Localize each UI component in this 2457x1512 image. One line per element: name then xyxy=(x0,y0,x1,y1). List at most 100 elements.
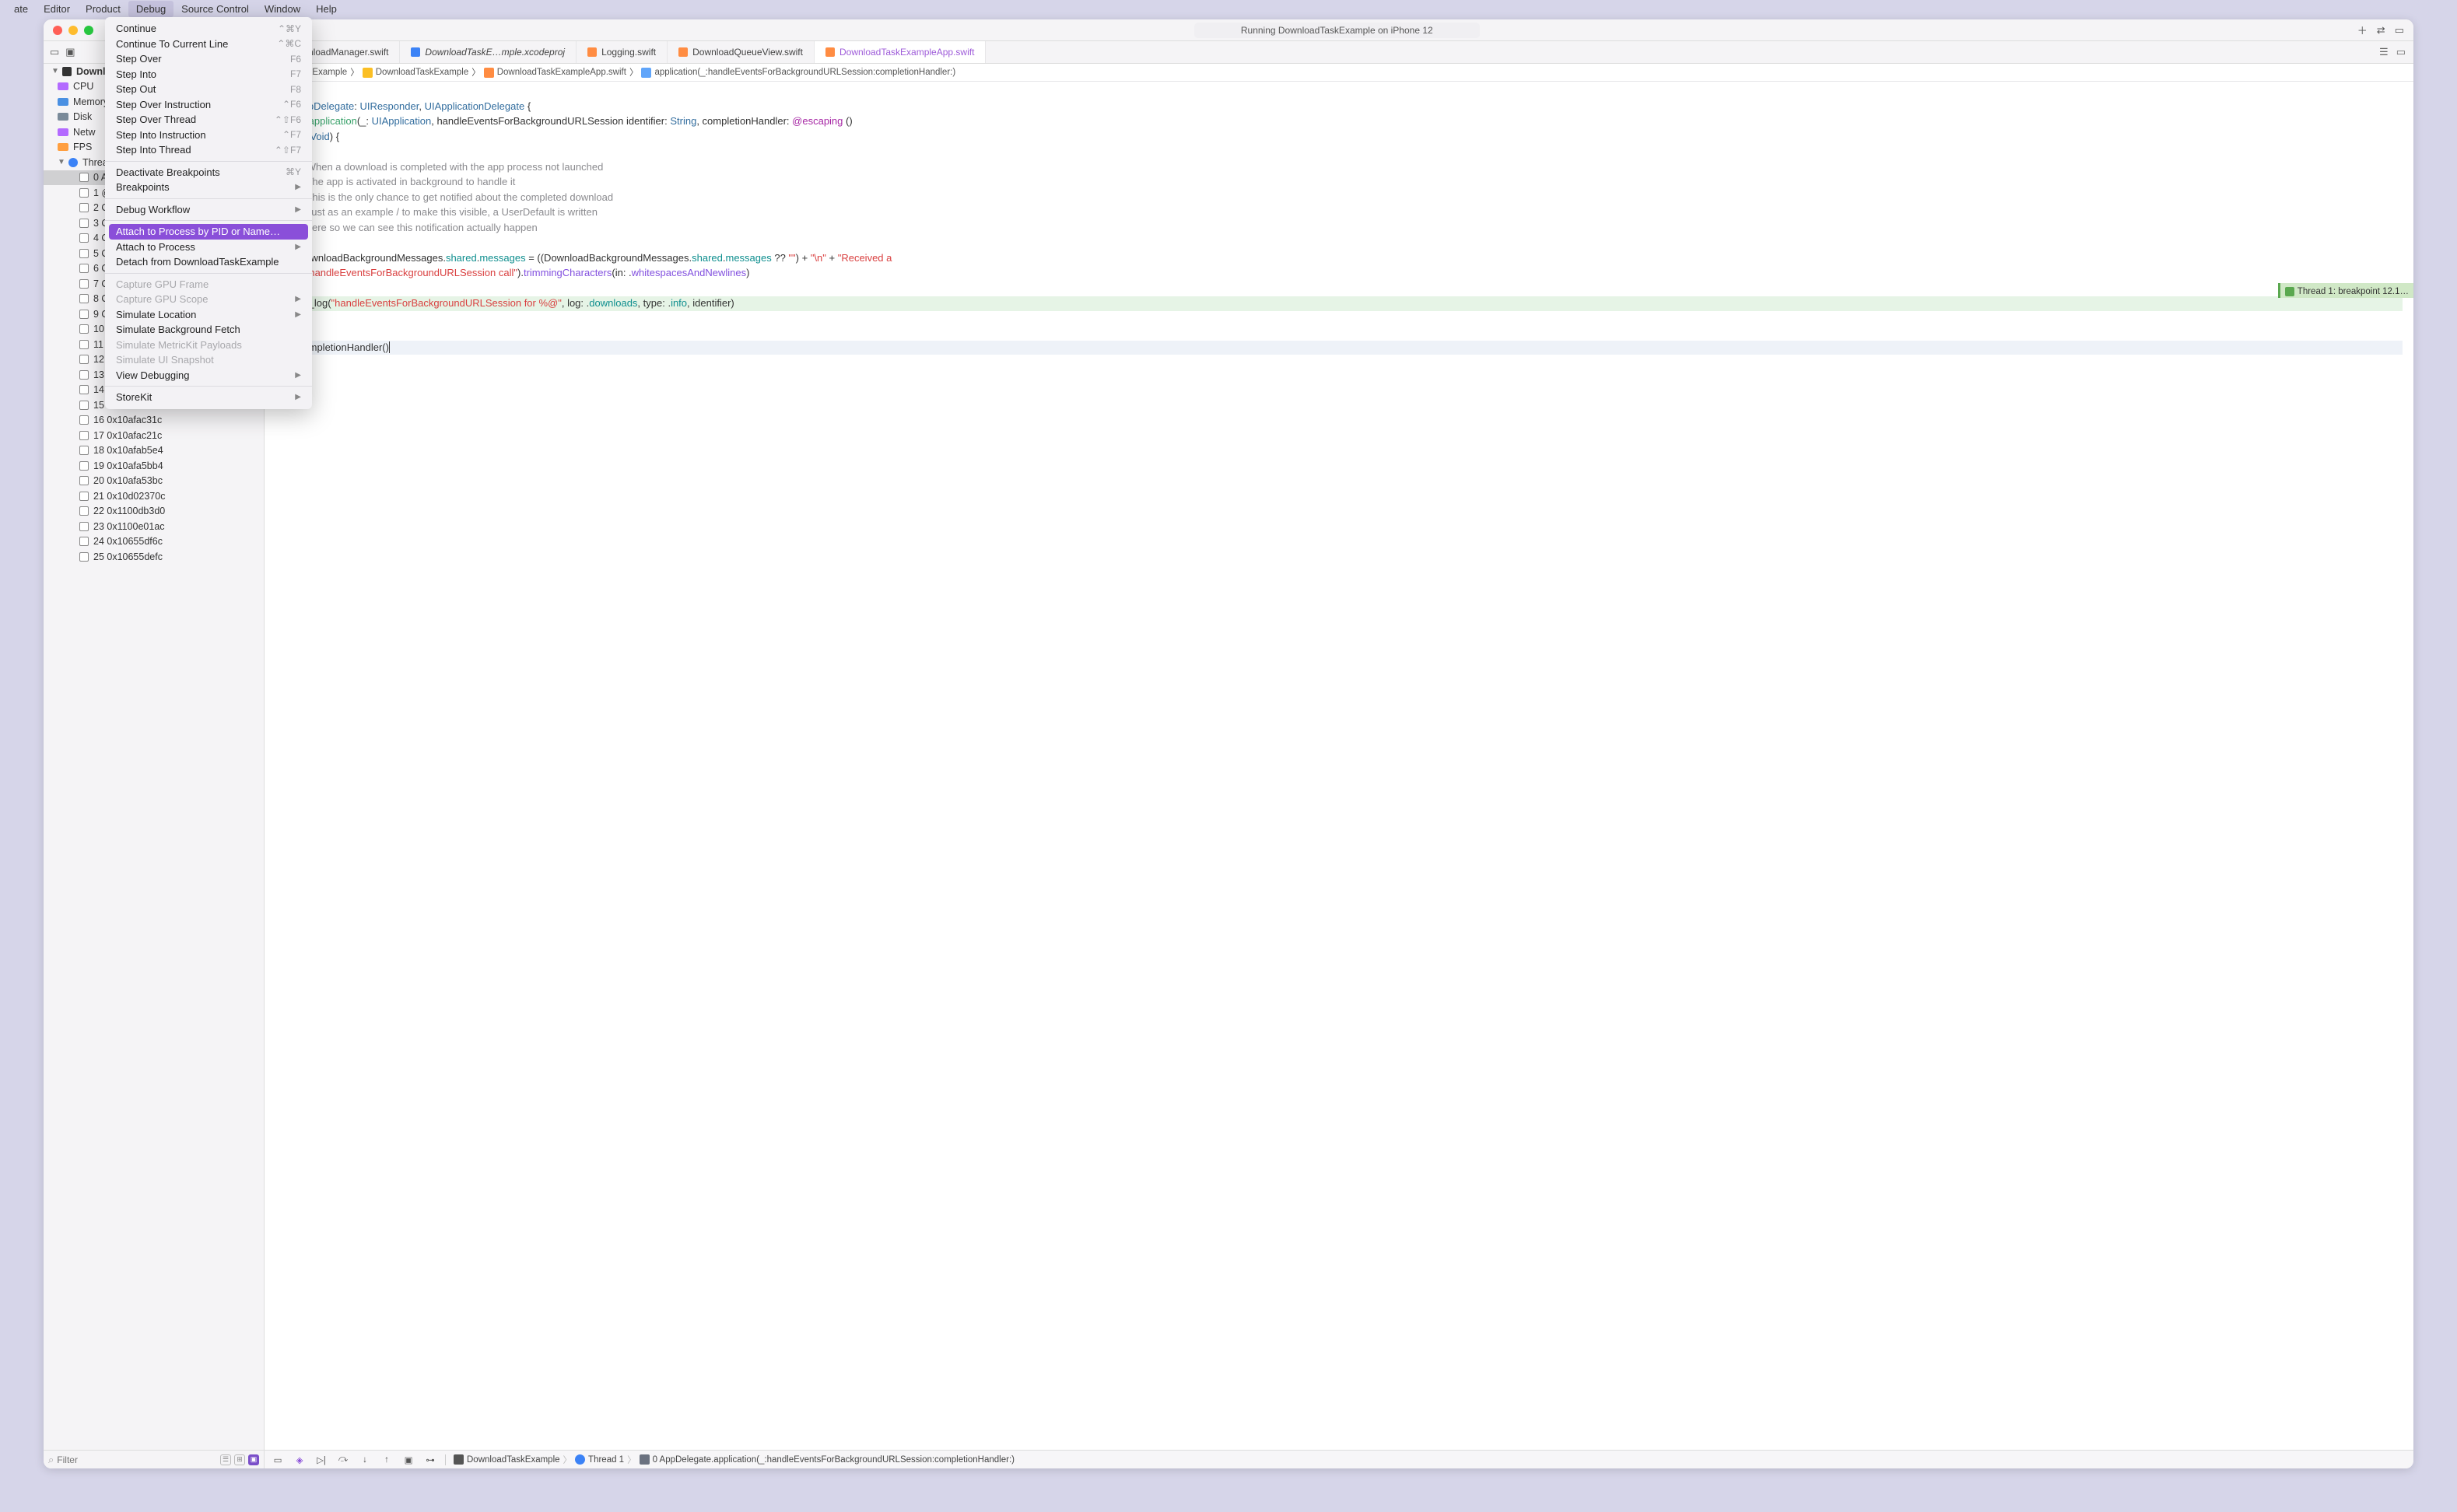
jump-segment[interactable]: DownloadTaskExampleApp.swift xyxy=(484,68,626,78)
stack-frame[interactable]: 20 0x10afa53bc xyxy=(44,474,264,489)
filter-input[interactable] xyxy=(57,1454,217,1465)
debug-bar: ▭ ◈ ▷| ⤼ ↓ ↑ ▣ ⊶ DownloadTaskExample 〉 T… xyxy=(265,1450,2413,1468)
editor-tab[interactable]: DownloadQueueView.swift xyxy=(668,41,815,63)
stack-frame[interactable]: 17 0x10afac21c xyxy=(44,428,264,443)
jump-bar[interactable]: adTaskExample〉DownloadTaskExample〉Downlo… xyxy=(265,64,2413,82)
debug-toggle-button[interactable]: ▭ xyxy=(271,1454,285,1466)
menu-item[interactable]: Deactivate Breakpoints⌘Y xyxy=(105,165,312,180)
filter-chip-2[interactable]: ⊞ xyxy=(234,1454,245,1465)
menu-item[interactable]: Step Into Instruction⌃F7 xyxy=(105,128,312,143)
stack-frame[interactable]: 25 0x10655defc xyxy=(44,549,264,565)
menu-window[interactable]: Window xyxy=(257,1,308,17)
library-button[interactable]: ＋ xyxy=(2357,23,2368,37)
menu-shortcut: F6 xyxy=(290,54,301,65)
activity-status: Running DownloadTaskExample on iPhone 12 xyxy=(317,23,2357,38)
continue-button[interactable]: ▷| xyxy=(314,1454,328,1466)
source-editor[interactable]: lass AppDelegate: UIResponder, UIApplica… xyxy=(265,82,2413,1450)
tab-label: DownloadTaskE…mple.xcodeproj xyxy=(425,47,565,58)
filter-chip-3[interactable]: ▣ xyxy=(248,1454,259,1465)
menu-item[interactable]: Simulate Location▶ xyxy=(105,307,312,323)
menu-separator xyxy=(105,198,312,199)
menu-debug[interactable]: Debug xyxy=(128,1,173,17)
debug-thread: Thread 1 xyxy=(588,1455,624,1465)
close-window-button[interactable] xyxy=(53,26,62,35)
sidebar-toggle-right[interactable]: ▭ xyxy=(2395,24,2404,37)
nav-icon[interactable]: ▣ xyxy=(65,46,75,58)
stack-frame[interactable]: 23 0x1100e01ac xyxy=(44,519,264,534)
menu-item-label: Breakpoints xyxy=(116,181,170,193)
stack-frame[interactable]: 22 0x1100db3d0 xyxy=(44,504,264,520)
menu-item[interactable]: View Debugging▶ xyxy=(105,368,312,383)
stack-frame[interactable]: 16 0x10afac31c xyxy=(44,413,264,429)
menu-item[interactable]: Attach to Process by PID or Name… xyxy=(109,224,308,240)
debug-target: DownloadTaskExample xyxy=(467,1455,560,1465)
memory-graph-button[interactable]: ⊶ xyxy=(423,1454,437,1466)
menu-item[interactable]: Continue To Current Line⌃⌘C xyxy=(105,37,312,52)
menu-item[interactable]: Continue ⌃⌘Y xyxy=(105,21,312,37)
navigator-filter: ⌕ ☰ ⊞ ▣ xyxy=(44,1450,264,1468)
menu-shortcut: F8 xyxy=(290,84,301,95)
stack-frame[interactable]: 18 0x10afab5e4 xyxy=(44,443,264,459)
debug-process-path[interactable]: DownloadTaskExample 〉 Thread 1 〉 0 AppDe… xyxy=(454,1454,1015,1466)
menu-item-label: Continue To Current Line xyxy=(116,38,228,50)
menu-product[interactable]: Product xyxy=(78,1,128,17)
xcode-window: ▭ adTaskExample 〉 iPhone 12 Running Down… xyxy=(44,19,2413,1468)
jump-segment[interactable]: DownloadTaskExample xyxy=(363,68,469,78)
tab-label: DownloadTaskExampleApp.swift xyxy=(839,47,974,58)
menu-item[interactable]: Step Over F6 xyxy=(105,51,312,67)
view-debug-button[interactable]: ▣ xyxy=(401,1454,415,1466)
jump-label: application(_:handleEventsForBackgroundU… xyxy=(654,68,955,77)
menu-shortcut: ⌃⌘Y xyxy=(278,23,301,34)
status-text: Running DownloadTaskExample on iPhone 12 xyxy=(1194,23,1480,38)
menu-item-label: StoreKit xyxy=(116,391,152,403)
menu-item-label: Step Over Instruction xyxy=(116,99,211,110)
stack-frame[interactable]: 24 0x10655df6c xyxy=(44,534,264,550)
menu-separator xyxy=(105,161,312,162)
menu-item[interactable]: Breakpoints▶ xyxy=(105,180,312,195)
menu-help[interactable]: Help xyxy=(308,1,345,17)
stack-frame[interactable]: 21 0x10d02370c xyxy=(44,488,264,504)
nav-icon[interactable]: ▭ xyxy=(50,46,59,58)
minimize-window-button[interactable] xyxy=(68,26,78,35)
menu-item[interactable]: Simulate Background Fetch xyxy=(105,322,312,338)
menu-item-label: Continue xyxy=(116,23,156,34)
jump-segment[interactable]: application(_:handleEventsForBackgroundU… xyxy=(641,68,955,78)
submenu-arrow-icon: ▶ xyxy=(295,205,301,214)
step-into-button[interactable]: ↓ xyxy=(358,1454,372,1466)
editor-options-icon[interactable]: ☰ xyxy=(2379,46,2389,58)
menu-item[interactable]: Step OutF8 xyxy=(105,82,312,97)
menu-item[interactable]: Detach from DownloadTaskExample xyxy=(105,254,312,270)
menu-item[interactable]: Step IntoF7 xyxy=(105,67,312,82)
adjust-editor-icon[interactable]: ▭ xyxy=(2396,46,2406,58)
menu-item[interactable]: Debug Workflow▶ xyxy=(105,202,312,218)
menu-item[interactable]: Step Over Instruction⌃F6 xyxy=(105,97,312,113)
editor-tab[interactable]: DownloadTaskExampleApp.swift xyxy=(815,41,986,63)
stack-frame[interactable]: 19 0x10afa5bb4 xyxy=(44,458,264,474)
menu-ate[interactable]: ate xyxy=(6,1,36,17)
menu-shortcut: ⌃F7 xyxy=(282,129,301,140)
breakpoint-toggle-button[interactable]: ◈ xyxy=(293,1454,307,1466)
menu-item-label: Deactivate Breakpoints xyxy=(116,166,220,178)
jump-icon xyxy=(641,68,651,78)
step-over-button[interactable]: ⤼ xyxy=(336,1454,350,1466)
editor-tab[interactable]: DownloadTaskE…mple.xcodeproj xyxy=(400,41,577,63)
code-review-button[interactable]: ⇄ xyxy=(2377,24,2385,37)
breakpoint-indicator[interactable]: Thread 1: breakpoint 12.1… xyxy=(2278,283,2413,298)
menu-item-label: Capture GPU Frame xyxy=(116,278,209,290)
menu-item[interactable]: StoreKit▶ xyxy=(105,390,312,405)
menu-source control[interactable]: Source Control xyxy=(173,1,257,17)
filter-chip-1[interactable]: ☰ xyxy=(220,1454,231,1465)
menu-item[interactable]: Step Over Thread⌃⇧F6 xyxy=(105,112,312,128)
menu-editor[interactable]: Editor xyxy=(36,1,78,17)
menu-item[interactable]: Step Into Thread⌃⇧F7 xyxy=(105,142,312,158)
submenu-arrow-icon: ▶ xyxy=(295,371,301,380)
file-icon xyxy=(411,47,420,57)
menu-item-label: Step Over xyxy=(116,53,162,65)
thread-icon xyxy=(2285,287,2294,296)
zoom-window-button[interactable] xyxy=(84,26,93,35)
editor-tab[interactable]: Logging.swift xyxy=(577,41,668,63)
step-out-button[interactable]: ↑ xyxy=(380,1454,394,1466)
submenu-arrow-icon: ▶ xyxy=(295,295,301,303)
menu-item-label: Attach to Process by PID or Name… xyxy=(116,226,280,237)
menu-item[interactable]: Attach to Process▶ xyxy=(105,240,312,255)
